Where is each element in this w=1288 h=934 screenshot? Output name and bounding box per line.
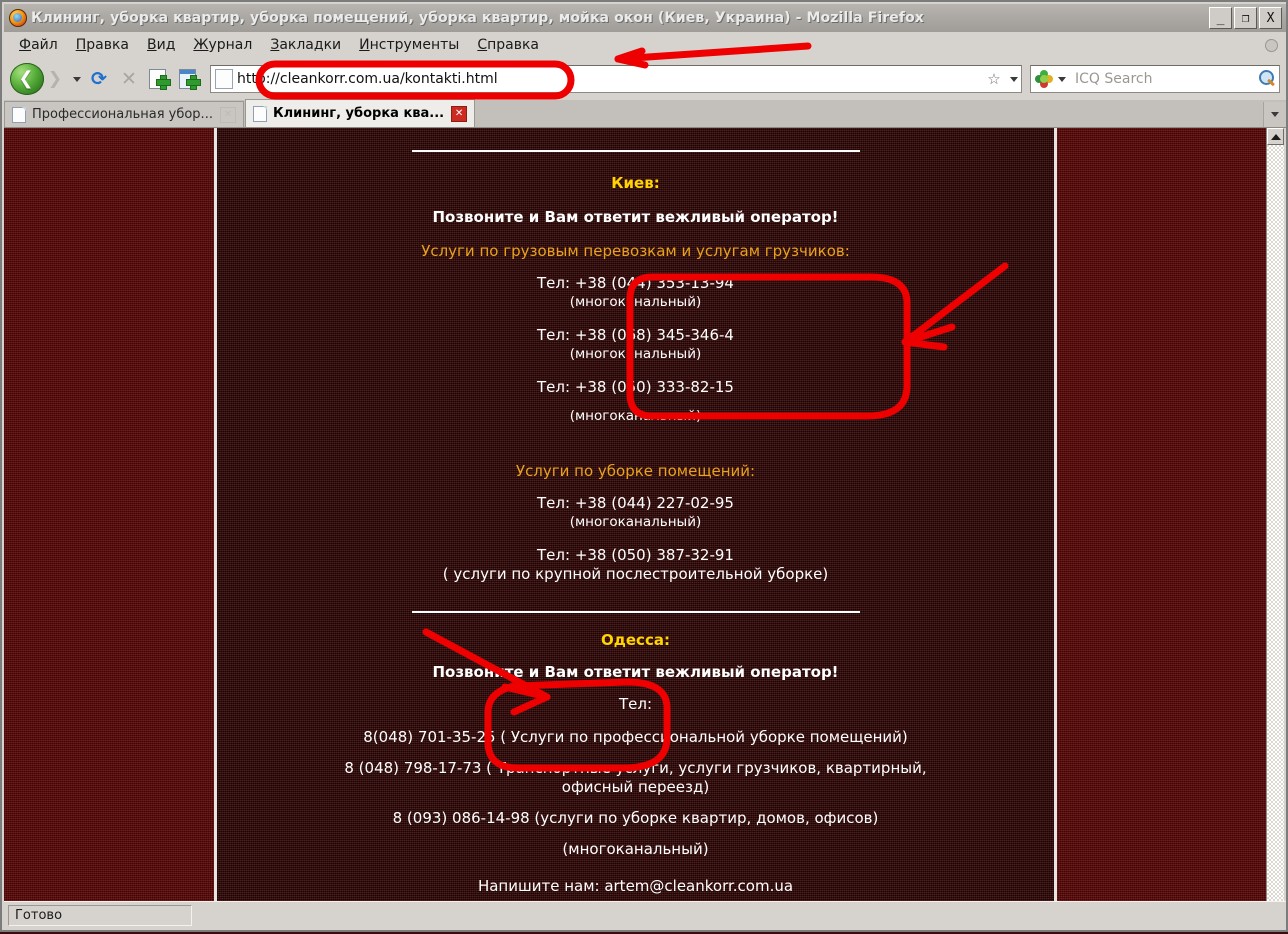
phone-kiev-044-227: Тел: +38 (044) 227-02-95 [537, 494, 734, 512]
url-input[interactable]: http://cleankorr.com.ua/kontakti.html [237, 71, 981, 87]
search-engine-dropdown[interactable] [1055, 76, 1069, 82]
tab-label: Профессиональная убор... [32, 107, 213, 122]
tab-bar: Профессиональная убор... ✕ Клининг, убор… [4, 99, 1286, 128]
section-heading-cleaning: Услуги по уборке помещений: [515, 462, 756, 480]
phone-odessa-048-798-cont: офисный переезд) [561, 778, 710, 796]
page-favicon-icon [215, 69, 233, 89]
scroll-up-button[interactable] [1267, 128, 1284, 145]
chevron-down-icon [1010, 76, 1018, 82]
reload-button[interactable]: ⟳ [84, 68, 114, 90]
menu-rest-tools: нструменты [369, 37, 460, 53]
stop-button[interactable]: ✕ [114, 68, 144, 90]
window-controls: _ ❐ X [1209, 7, 1286, 29]
menu-accel-bookmarks: З [270, 37, 280, 53]
menu-rest-history: урнал [208, 37, 253, 53]
phone-odessa-048-701: 8(048) 701-35-25 ( Услуги по профессиона… [363, 728, 908, 746]
phone-note-postconstruction: ( услуги по крупной послестроительной уб… [442, 565, 829, 583]
menu-accel-file: Ф [19, 37, 32, 53]
menu-rest-help: правка [487, 37, 540, 53]
tab-close-icon[interactable]: ✕ [219, 106, 236, 123]
new-window-button[interactable] [174, 67, 204, 91]
forward-button[interactable]: ❯ [40, 65, 70, 93]
phone-note: (многоканальный) [569, 514, 702, 530]
page-content: Киев: Позвоните и Вам ответит вежливый о… [217, 128, 1054, 904]
restore-button[interactable]: ❐ [1234, 7, 1257, 29]
triangle-up-icon [1270, 133, 1281, 140]
phone-note: (многоканальный) [569, 408, 702, 424]
phone-note: (многоканальный) [562, 840, 709, 858]
search-icon[interactable] [1255, 70, 1279, 88]
phone-kiev-050-387: Тел: +38 (050) 387-32-91 [537, 546, 734, 564]
phone-kiev-068-345: Тел: +38 (068) 345-346-4 [537, 326, 734, 344]
status-bar: Готово [4, 901, 1286, 928]
address-bar[interactable]: http://cleankorr.com.ua/kontakti.html ☆ [210, 65, 1022, 93]
tab-favicon-icon [252, 105, 267, 122]
phone-kiev-050-333: Тел: +38 (050) 333-82-15 [537, 378, 734, 396]
window-title: Клининг, уборка квартир, уборка помещени… [31, 10, 924, 26]
chevron-down-icon [1271, 112, 1279, 117]
menu-rest-view: ид [156, 37, 176, 53]
plus-icon [187, 76, 200, 89]
icq-flower-icon[interactable] [1035, 70, 1053, 88]
section-heading-freight: Услуги по грузовым перевозкам и услугам … [421, 242, 850, 260]
new-document-button[interactable] [144, 67, 174, 91]
page-viewport: Киев: Позвоните и Вам ответит вежливый о… [4, 128, 1271, 904]
status-text: Готово [8, 904, 192, 926]
navigation-toolbar: ❮ ❯ ⟳ ✕ http://cleankorr.com.ua/kontakti… [4, 58, 1286, 100]
history-dropdown-button[interactable] [70, 65, 84, 93]
window-help-icon[interactable] [1265, 38, 1278, 52]
call-line-kiev: Позвоните и Вам ответит вежливый операто… [432, 208, 839, 226]
call-line-odessa: Позвоните и Вам ответит вежливый операто… [432, 663, 839, 681]
vertical-scrollbar[interactable] [1266, 128, 1284, 904]
plus-icon [157, 76, 170, 89]
firefox-logo-icon [9, 9, 27, 27]
chevron-down-icon [1058, 76, 1066, 82]
email-line[interactable]: Напишите нам: artem@cleankorr.com.ua [217, 877, 1054, 896]
menu-bar-right [1265, 38, 1286, 52]
menu-item-history[interactable]: Журнал [184, 35, 261, 55]
menu-accel-history: Ж [193, 37, 209, 53]
menu-item-view[interactable]: Вид [138, 35, 184, 55]
firefox-window: Клининг, уборка квартир, уборка помещени… [0, 0, 1288, 932]
tel-label-odessa: Тел: [618, 695, 653, 713]
minimize-button[interactable]: _ [1209, 7, 1232, 29]
search-bar[interactable]: ICQ Search [1030, 65, 1280, 93]
phone-note: (многоканальный) [569, 346, 702, 362]
tab-professional-cleaning[interactable]: Профессиональная убор... ✕ [4, 101, 244, 127]
city-heading-kiev: Киев: [611, 174, 660, 192]
close-button[interactable]: X [1259, 7, 1282, 29]
menu-accel-tools: И [359, 37, 370, 53]
menu-accel-edit: П [75, 37, 87, 53]
tab-close-icon[interactable]: ✕ [451, 105, 468, 122]
tab-label: Клининг, уборка ква... [272, 106, 445, 121]
menu-accel-help: С [477, 37, 488, 53]
menu-item-bookmarks[interactable]: Закладки [261, 35, 350, 55]
phone-kiev-044-353: Тел: +38 (044) 353-13-94 [537, 274, 734, 292]
menu-item-edit[interactable]: Правка [67, 35, 138, 55]
city-heading-odessa: Одесса: [601, 631, 670, 649]
menu-rest-edit: равка [86, 37, 129, 53]
tab-cleaning-active[interactable]: Клининг, уборка ква... ✕ [244, 99, 476, 127]
search-input[interactable]: ICQ Search [1069, 71, 1255, 87]
chevron-down-icon [73, 76, 81, 82]
address-dropdown-button[interactable] [1007, 76, 1021, 82]
scrollbar-track[interactable] [1267, 145, 1284, 904]
menu-bar: Файл Правка Вид Журнал Закладки Инструме… [4, 32, 1286, 58]
menu-item-tools[interactable]: Инструменты [350, 35, 468, 55]
title-bar: Клининг, уборка квартир, уборка помещени… [4, 4, 1286, 32]
phone-note: (многоканальный) [569, 294, 702, 310]
tab-favicon-icon [12, 106, 26, 123]
bookmark-star-icon[interactable]: ☆ [981, 70, 1007, 88]
phone-odessa-093-086: 8 (093) 086-14-98 (услуги по уборке квар… [392, 809, 879, 827]
menu-rest-file: айл [31, 37, 58, 53]
menu-item-file[interactable]: Файл [10, 35, 67, 55]
tab-list-button[interactable] [1263, 102, 1286, 127]
phone-odessa-048-798: 8 (048) 798-17-73 ( Транспортные услуги,… [344, 759, 927, 777]
menu-item-help[interactable]: Справка [468, 35, 548, 55]
back-button[interactable]: ❮ [10, 63, 44, 95]
back-arrow-icon: ❮ [18, 68, 34, 89]
menu-rest-bookmarks: акладки [279, 37, 342, 53]
menu-accel-view: В [147, 37, 157, 53]
